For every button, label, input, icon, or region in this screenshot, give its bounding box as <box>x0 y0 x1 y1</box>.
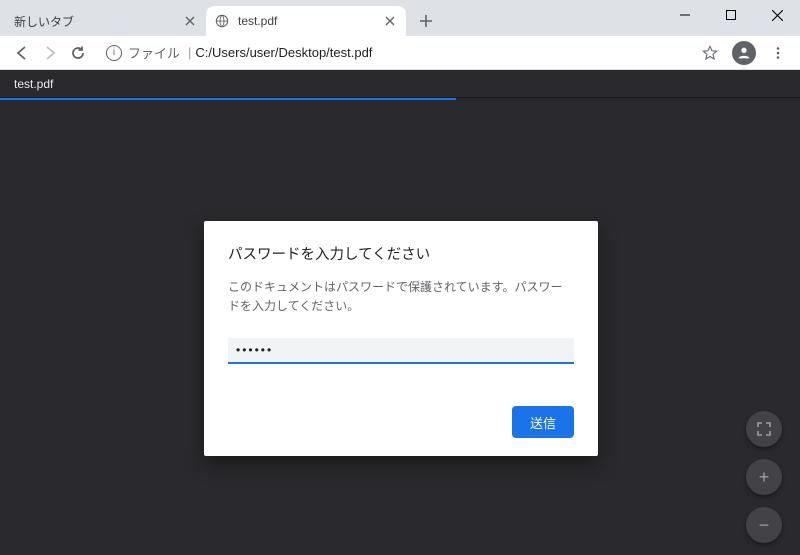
maximize-icon[interactable] <box>708 0 754 30</box>
tab-strip: 新しいタブ test.pdf <box>0 0 800 36</box>
url-prefix: ファイル <box>128 43 180 62</box>
profile-avatar-icon[interactable] <box>732 41 756 65</box>
viewer-filename: test.pdf <box>14 77 53 91</box>
window-close-icon[interactable] <box>754 0 800 30</box>
info-icon[interactable]: i <box>106 45 122 61</box>
submit-button[interactable]: 送信 <box>512 406 574 438</box>
tab-new[interactable]: 新しいタブ <box>6 6 206 36</box>
tab-pdf[interactable]: test.pdf <box>206 6 406 36</box>
forward-icon[interactable] <box>36 39 64 67</box>
loading-progress-fill <box>0 98 456 100</box>
reload-icon[interactable] <box>64 39 92 67</box>
close-icon[interactable] <box>382 13 398 29</box>
zoom-controls: + − <box>746 411 782 543</box>
globe-icon <box>214 13 230 29</box>
password-input[interactable] <box>228 338 574 364</box>
window-controls <box>662 0 800 30</box>
zoom-in-icon[interactable]: + <box>746 459 782 495</box>
back-icon[interactable] <box>8 39 36 67</box>
new-tab-button[interactable] <box>412 7 440 35</box>
bookmark-star-icon[interactable] <box>696 39 724 67</box>
minimize-icon[interactable] <box>662 0 708 30</box>
zoom-out-icon[interactable]: − <box>746 507 782 543</box>
close-icon[interactable] <box>182 13 198 29</box>
dialog-title: パスワードを入力してください <box>228 243 574 264</box>
fit-to-page-icon[interactable] <box>746 411 782 447</box>
url-text: C:/Users/user/Desktop/test.pdf <box>195 45 372 60</box>
dialog-message: このドキュメントはパスワードで保護されています。パスワードを入力してください。 <box>228 278 574 316</box>
pdf-viewer: test.pdf パスワードを入力してください このドキュメントはパスワードで保… <box>0 70 800 555</box>
address-bar[interactable]: i ファイル | C:/Users/user/Desktop/test.pdf <box>98 39 684 67</box>
menu-kebab-icon[interactable] <box>764 39 792 67</box>
url-separator: | <box>188 45 191 60</box>
viewer-filename-bar: test.pdf <box>0 70 800 98</box>
browser-toolbar: i ファイル | C:/Users/user/Desktop/test.pdf <box>0 36 800 70</box>
tab-title: 新しいタブ <box>14 13 182 30</box>
password-dialog: パスワードを入力してください このドキュメントはパスワードで保護されています。パ… <box>204 221 598 456</box>
tab-title: test.pdf <box>238 14 382 28</box>
loading-progress <box>0 98 800 100</box>
